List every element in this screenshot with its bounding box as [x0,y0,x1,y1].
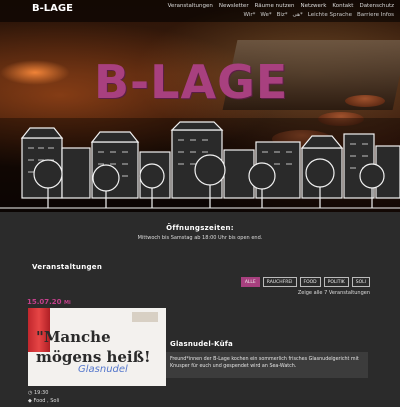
event-date: 15.07.20 Mi [27,298,71,306]
opening-hours-title: Öffnungszeiten: [166,224,234,232]
filter-food[interactable]: FOOD [299,277,321,287]
events-section-title: Veranstaltungen [32,263,103,271]
nav-item-datenschutz[interactable]: Datenschutz [359,3,394,9]
opening-hours-text: Mittwoch bis Samstag ab 18:00 Uhr bis op… [137,235,263,241]
nav-item-biz[interactable]: Biz* [277,12,288,18]
event-date-value: 15.07.20 [27,298,62,306]
event-image-scribble: Glasnudel [78,364,128,375]
nav-item-wir[interactable]: Wir* [243,12,255,18]
nav-item-leichte-sprache[interactable]: Leichte Sprache [308,12,352,18]
filter-rauchfrei[interactable]: RAUCHFREI [262,277,297,287]
label-sticker [132,312,158,322]
nav-item-raeume-nutzen[interactable]: Räume nutzen [255,3,295,9]
nav-item-newsletter[interactable]: Newsletter [219,3,249,9]
primary-nav: Veranstaltungen Newsletter Räume nutzen … [168,3,394,9]
event-image-text-line1: "Manche [36,328,111,346]
brand-title: B-LAGE [94,55,289,109]
show-all-events-link[interactable]: Zeige alle 7 Veranstaltungen [298,290,370,296]
event-image[interactable]: "Manche mögens heiß! Glasnudel [28,308,166,386]
hero-banner: B-LAGE Veranstaltungen Newsletter Räume … [0,0,400,212]
nav-item-netzwerk[interactable]: Netzwerk [301,3,327,9]
nav-item-we[interactable]: We* [260,12,271,18]
event-filter-bar: ALLE RAUCHFREI FOOD POLITIK SOLI [240,277,370,287]
warm-light [0,60,70,85]
site-logo[interactable]: B-LAGE [32,3,73,14]
clock-icon: ◷ [28,390,33,396]
nav-item-barriere-infos[interactable]: Barriere Infos [357,12,394,18]
secondary-nav: Wir* We* Biz* هی* Leichte Sprache Barrie… [243,12,394,18]
event-title[interactable]: Glasnudel-Küfa [170,340,233,348]
filter-politik[interactable]: POLITIK [323,277,349,287]
filter-soli[interactable]: SOLI [351,277,370,287]
tag-icon: ◆ [28,398,32,404]
top-navigation-bar: B-LAGE Veranstaltungen Newsletter Räume … [0,0,400,22]
event-time: ◷ 19:30 [28,390,48,396]
nav-item-arabic[interactable]: هی* [293,12,303,18]
event-description: Freund*innen der B-Lage kochen ein somme… [166,352,368,378]
event-categories-value: Food , Soli [33,398,60,404]
event-categories: ◆ Food , Soli [28,398,59,404]
nav-item-kontakt[interactable]: Kontakt [332,3,353,9]
city-skyline-illustration [0,118,400,212]
event-weekday: Mi [63,300,71,306]
nav-item-veranstaltungen[interactable]: Veranstaltungen [168,3,213,9]
bar-stool [345,95,385,107]
event-time-value: 19:30 [33,390,49,396]
filter-alle[interactable]: ALLE [240,277,260,287]
